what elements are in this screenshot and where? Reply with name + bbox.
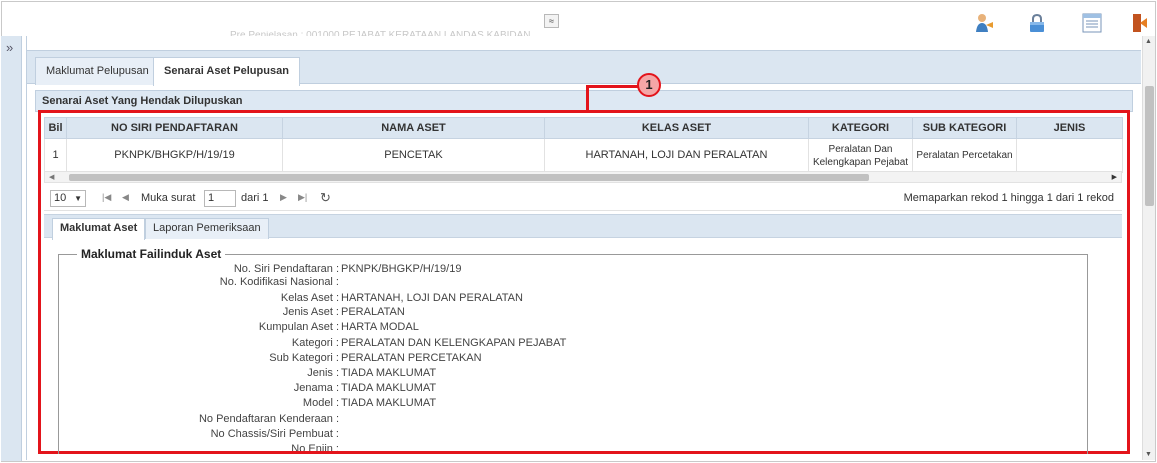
exit-icon[interactable] xyxy=(1132,12,1154,34)
field-label: Jenis Aset : xyxy=(282,306,339,318)
detail-row: Model : TIADA MAKLUMAT xyxy=(59,397,759,410)
tab-senarai-aset-pelupusan[interactable]: Senarai Aset Pelupusan xyxy=(153,57,300,86)
table-cell xyxy=(1016,138,1123,173)
sidebar-strip[interactable]: » xyxy=(1,36,22,461)
callout-line xyxy=(586,85,638,88)
field-label: No Chassis/Siri Pembuat : xyxy=(210,428,339,440)
table-cell: HARTANAH, LOJI DAN PERALATAN xyxy=(544,138,809,173)
field-value: PERALATAN xyxy=(341,306,405,318)
list-icon[interactable] xyxy=(1081,12,1103,34)
detail-row: No Pendaftaran Kenderaan : xyxy=(59,413,759,426)
scroll-down-icon[interactable]: ▼ xyxy=(1145,451,1152,458)
asset-details-fieldset: Maklumat Failinduk Aset No. Siri Pendaft… xyxy=(58,247,1088,454)
table-cell: Peralatan Dan Kelengkapan Pejabat xyxy=(808,138,913,173)
field-label: Kelas Aset : xyxy=(280,292,339,304)
detail-row: No. Siri Pendaftaran : PKNPK/BHGKP/H/19/1… xyxy=(59,263,759,276)
first-page-icon[interactable]: |◀ xyxy=(102,192,111,203)
field-label: Kategori : xyxy=(291,337,339,349)
field-label: Jenis : xyxy=(307,367,339,379)
chevron-down-icon: ▼ xyxy=(74,194,82,203)
pager: 10 ▼ |◀ ◀ Muka surat 1 dari 1 ▶ ▶| ↻ Mem… xyxy=(44,187,1122,211)
page-label: Muka surat xyxy=(141,192,196,204)
lock-icon[interactable] xyxy=(1026,12,1048,34)
detail-row: No Chassis/Siri Pembuat : xyxy=(59,428,759,441)
scroll-thumb[interactable] xyxy=(1145,86,1154,206)
column-header[interactable]: Bil xyxy=(44,117,67,139)
tab-maklumat-pelupusan[interactable]: Maklumat Pelupusan xyxy=(35,57,160,85)
detail-row: No. Kodifikasi Nasional : xyxy=(59,276,759,289)
page-size-value: 10 xyxy=(54,192,67,204)
detail-tabs-bar: Maklumat Aset Laporan Pemeriksaan xyxy=(44,214,1122,240)
scroll-thumb[interactable] xyxy=(69,174,869,181)
page-size-select[interactable]: 10 ▼ xyxy=(50,190,86,207)
field-label: Jenama : xyxy=(293,382,339,394)
column-header[interactable]: SUB KATEGORI xyxy=(912,117,1017,139)
detail-row: Kategori : PERALATAN DAN KELENGKAPAN PEJA… xyxy=(59,337,759,350)
detail-row: No Enjin : xyxy=(59,443,759,451)
section-title: Senarai Aset Yang Hendak Dilupuskan xyxy=(35,90,1133,112)
field-label: Model : xyxy=(302,397,339,409)
detail-row: Sub Kategori : PERALATAN PERCETAKAN xyxy=(59,352,759,365)
field-label: Sub Kategori : xyxy=(269,352,339,364)
column-header[interactable]: KATEGORI xyxy=(808,117,913,139)
field-label: No. Siri Pendaftaran : xyxy=(233,263,339,275)
field-label: No. Kodifikasi Nasional : xyxy=(219,276,339,288)
tab-laporan-pemeriksaan[interactable]: Laporan Pemeriksaan xyxy=(145,218,269,239)
field-value: TIADA MAKLUMAT xyxy=(341,382,437,394)
field-label: Kumpulan Aset : xyxy=(258,321,339,333)
field-value: HARTA MODAL xyxy=(341,321,419,333)
table-cell: PKNPK/BHGKP/H/19/19 xyxy=(66,138,283,173)
column-header[interactable]: NO SIRI PENDAFTARAN xyxy=(66,117,283,139)
field-value: PERALATAN DAN KELENGKAPAN PEJABAT xyxy=(341,337,567,349)
field-label: No Pendaftaran Kenderaan : xyxy=(198,413,339,425)
table-row[interactable]: 1 PKNPK/BHGKP/H/19/19 PENCETAK HARTANAH,… xyxy=(44,138,1123,173)
refresh-icon[interactable]: ↻ xyxy=(320,190,331,206)
detail-row: Jenama : TIADA MAKLUMAT xyxy=(59,382,759,395)
page-count: dari 1 xyxy=(241,192,269,204)
field-value: PKNPK/BHGKP/H/19/19 xyxy=(341,263,462,275)
tab-maklumat-aset[interactable]: Maklumat Aset xyxy=(52,218,146,240)
callout-badge: 1 xyxy=(637,73,661,97)
table-cell: Peralatan Percetakan xyxy=(912,138,1017,173)
prev-page-icon[interactable]: ◀ xyxy=(122,192,129,203)
fieldset-legend: Maklumat Failinduk Aset xyxy=(77,247,226,261)
detail-row: Kumpulan Aset : HARTA MODAL xyxy=(59,321,759,334)
detail-row: Kelas Aset : HARTANAH, LOJI DAN PERALATAN xyxy=(59,292,759,305)
column-header[interactable]: KELAS ASET xyxy=(544,117,809,139)
grid-header-row: Bil NO SIRI PENDAFTARAN NAMA ASET KELAS … xyxy=(44,117,1123,139)
column-header[interactable]: JENIS xyxy=(1016,117,1123,139)
user-icon[interactable] xyxy=(973,12,995,34)
callout-line xyxy=(586,85,589,111)
field-value: TIADA MAKLUMAT xyxy=(341,397,437,409)
table-cell: PENCETAK xyxy=(282,138,545,173)
detail-row: Jenis Aset : PERALATAN xyxy=(59,306,759,319)
field-value: TIADA MAKLUMAT xyxy=(341,367,437,379)
table-cell: 1 xyxy=(44,138,67,173)
vertical-scrollbar[interactable]: ▲ ▼ xyxy=(1142,36,1155,460)
asset-grid: Bil NO SIRI PENDAFTARAN NAMA ASET KELAS … xyxy=(44,117,1123,173)
scroll-left-icon[interactable]: ◀ xyxy=(49,172,54,183)
expand-sidebar-icon[interactable]: » xyxy=(6,40,13,55)
field-value: PERALATAN PERCETAKAN xyxy=(341,352,482,364)
top-toolbar: ≈ Pre Penjelasan : 001000 PEJABAT KERATA… xyxy=(8,6,1148,37)
field-value: HARTANAH, LOJI DAN PERALATAN xyxy=(341,292,523,304)
collapse-header-button[interactable]: ≈ xyxy=(544,14,559,28)
field-label: No Enjin : xyxy=(291,443,339,451)
scroll-right-icon[interactable]: ▶ xyxy=(1112,172,1117,183)
column-header[interactable]: NAMA ASET xyxy=(282,117,545,139)
page-number-input[interactable]: 1 xyxy=(204,190,236,207)
next-page-icon[interactable]: ▶ xyxy=(280,192,287,203)
scroll-up-icon[interactable]: ▲ xyxy=(1145,38,1152,45)
detail-row: Jenis : TIADA MAKLUMAT xyxy=(59,367,759,380)
pager-info: Memaparkan rekod 1 hingga 1 dari 1 rekod xyxy=(903,192,1114,204)
horizontal-scrollbar[interactable]: ◀ ▶ xyxy=(44,171,1122,183)
last-page-icon[interactable]: ▶| xyxy=(298,192,307,203)
tabs-bar: Maklumat Pelupusan Senarai Aset Pelupusa… xyxy=(27,50,1141,86)
